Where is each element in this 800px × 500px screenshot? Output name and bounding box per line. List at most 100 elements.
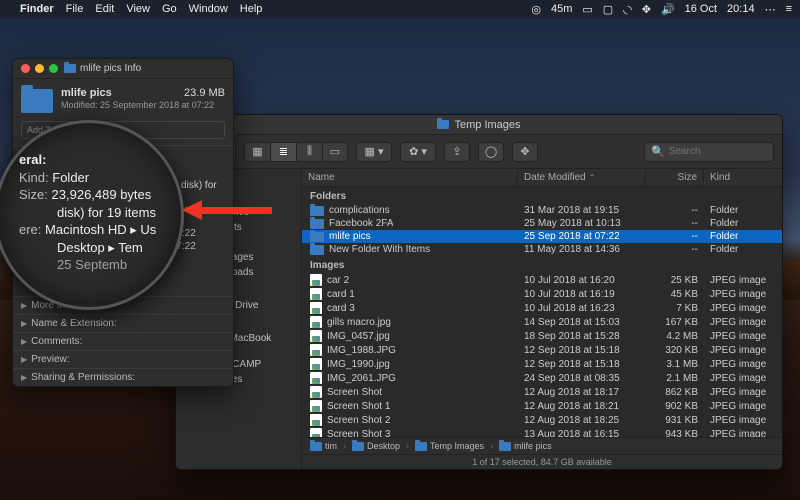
status-notification-icon[interactable]: ≡ bbox=[786, 3, 792, 15]
file-name: Screen Shot bbox=[327, 387, 382, 398]
search-input[interactable] bbox=[669, 146, 767, 157]
file-date: 18 Sep 2018 at 15:28 bbox=[518, 331, 646, 342]
folder-icon bbox=[310, 206, 324, 216]
image-file-icon bbox=[310, 316, 322, 328]
view-columns-button[interactable]: ⫼ bbox=[296, 142, 322, 162]
search-field[interactable]: 🔍 bbox=[644, 142, 774, 162]
status-screen-icon[interactable]: ◎ bbox=[531, 3, 541, 16]
file-name: IMG_2061.JPG bbox=[327, 373, 396, 384]
disclosure-right-icon: ▶ bbox=[21, 355, 27, 364]
file-name: New Folder With Items bbox=[329, 244, 430, 255]
section-preview[interactable]: ▶Preview: bbox=[13, 350, 233, 368]
col-size[interactable]: Size bbox=[646, 169, 704, 186]
app-menu[interactable]: Finder bbox=[20, 3, 54, 15]
file-row[interactable]: Screen Shot 212 Aug 2018 at 18:25931 KBJ… bbox=[302, 413, 782, 427]
status-spotlight-icon[interactable]: ⋯ bbox=[765, 3, 776, 16]
file-row[interactable]: New Folder With Items11 May 2018 at 14:3… bbox=[302, 243, 782, 256]
image-file-icon bbox=[310, 330, 322, 342]
file-kind: JPEG image bbox=[704, 317, 782, 328]
file-row[interactable]: card 110 Jul 2018 at 16:1945 KBJPEG imag… bbox=[302, 287, 782, 301]
file-date: 24 Sep 2018 at 08:35 bbox=[518, 373, 646, 384]
tags-button[interactable]: ◯ bbox=[478, 142, 504, 162]
menu-edit[interactable]: Edit bbox=[95, 3, 114, 15]
file-date: 12 Aug 2018 at 18:21 bbox=[518, 401, 646, 412]
file-row[interactable]: Facebook 2FA25 May 2018 at 10:13--Folder bbox=[302, 217, 782, 230]
file-row[interactable]: IMG_2061.JPG24 Sep 2018 at 08:352.1 MBJP… bbox=[302, 371, 782, 385]
status-battery-icon[interactable]: ▭ bbox=[582, 3, 592, 16]
status-wifi-icon[interactable]: ◟◝ bbox=[623, 3, 632, 16]
path-crumb-label: mlife pics bbox=[514, 441, 552, 451]
view-icons-button[interactable]: ▦ bbox=[244, 142, 270, 162]
file-kind: JPEG image bbox=[704, 289, 782, 300]
file-date: 31 Mar 2018 at 19:15 bbox=[518, 205, 646, 216]
minimize-button[interactable] bbox=[35, 64, 44, 73]
path-crumb[interactable]: Temp Images bbox=[415, 441, 484, 451]
status-date[interactable]: 16 Oct bbox=[685, 3, 717, 15]
file-row[interactable]: mlife pics25 Sep 2018 at 07:22--Folder bbox=[302, 230, 782, 243]
file-row[interactable]: IMG_1990.jpg12 Sep 2018 at 15:183.1 MBJP… bbox=[302, 357, 782, 371]
path-crumb[interactable]: tim bbox=[310, 441, 337, 451]
file-row[interactable]: Screen Shot 112 Aug 2018 at 18:21902 KBJ… bbox=[302, 399, 782, 413]
file-list[interactable]: Folderscomplications31 Mar 2018 at 19:15… bbox=[302, 187, 782, 437]
image-file-icon bbox=[310, 344, 322, 356]
file-size: -- bbox=[646, 205, 704, 216]
menu-file[interactable]: File bbox=[66, 3, 84, 15]
col-kind[interactable]: Kind bbox=[704, 169, 782, 186]
share-button[interactable]: ⇪ bbox=[444, 142, 470, 162]
status-dropbox-icon[interactable]: ✥ bbox=[642, 3, 651, 16]
path-crumb[interactable]: Desktop bbox=[352, 441, 400, 451]
col-date[interactable]: Date Modified⌃ bbox=[518, 169, 646, 186]
status-battery-time[interactable]: 45m bbox=[551, 3, 572, 15]
section-name-ext[interactable]: ▶Name & Extension: bbox=[13, 314, 233, 332]
file-size: 45 KB bbox=[646, 289, 704, 300]
info-titlebar[interactable]: mlife pics Info bbox=[13, 59, 233, 79]
menu-help[interactable]: Help bbox=[240, 3, 263, 15]
file-row[interactable]: IMG_1988.JPG12 Sep 2018 at 15:18320 KBJP… bbox=[302, 343, 782, 357]
column-headers: Name Date Modified⌃ Size Kind bbox=[302, 169, 782, 187]
finder-title: Temp Images bbox=[454, 119, 520, 131]
file-row[interactable]: Screen Shot12 Aug 2018 at 18:17862 KBJPE… bbox=[302, 385, 782, 399]
image-file-icon bbox=[310, 358, 322, 370]
annotation-magnifier: eral: Kind: Folder Size: 23,926,489 byte… bbox=[0, 120, 184, 310]
menu-view[interactable]: View bbox=[126, 3, 150, 15]
menu-window[interactable]: Window bbox=[189, 3, 228, 15]
action-button[interactable]: ✿ ▾ bbox=[400, 142, 436, 162]
view-gallery-button[interactable]: ▭ bbox=[322, 142, 348, 162]
file-size: -- bbox=[646, 244, 704, 255]
annotation-arrow-icon bbox=[182, 200, 272, 220]
file-size: 320 KB bbox=[646, 345, 704, 356]
file-name: Screen Shot 2 bbox=[327, 415, 390, 426]
finder-toolbar: ▦ ≣ ⫼ ▭ ▦ ▾ ✿ ▾ ⇪ ◯ ✥ 🔍 bbox=[176, 135, 782, 169]
file-row[interactable]: gills macro.jpg14 Sep 2018 at 15:03167 K… bbox=[302, 315, 782, 329]
path-crumb[interactable]: mlife pics bbox=[499, 441, 552, 451]
status-volume-icon[interactable]: 🔊 bbox=[661, 3, 675, 16]
zoom-button[interactable] bbox=[49, 64, 58, 73]
info-name: mlife pics bbox=[61, 87, 112, 99]
section-sharing[interactable]: ▶Sharing & Permissions: bbox=[13, 368, 233, 386]
close-button[interactable] bbox=[21, 64, 30, 73]
file-row[interactable]: complications31 Mar 2018 at 19:15--Folde… bbox=[302, 204, 782, 217]
file-date: 25 Sep 2018 at 07:22 bbox=[518, 231, 646, 242]
status-time[interactable]: 20:14 bbox=[727, 3, 755, 15]
file-row[interactable]: IMG_0457.jpg18 Sep 2018 at 15:284.2 MBJP… bbox=[302, 329, 782, 343]
file-row[interactable]: card 310 Jul 2018 at 16:237 KBJPEG image bbox=[302, 301, 782, 315]
arrange-button[interactable]: ▦ ▾ bbox=[356, 142, 392, 162]
image-file-icon bbox=[310, 288, 322, 300]
image-file-icon bbox=[310, 274, 322, 286]
menu-go[interactable]: Go bbox=[162, 3, 177, 15]
image-file-icon bbox=[310, 428, 322, 437]
file-date: 25 May 2018 at 10:13 bbox=[518, 218, 646, 229]
col-name[interactable]: Name bbox=[302, 169, 518, 186]
file-row[interactable]: Screen Shot 313 Aug 2018 at 16:15943 KBJ… bbox=[302, 427, 782, 437]
image-file-icon bbox=[310, 386, 322, 398]
dropbox-button[interactable]: ✥ bbox=[512, 142, 538, 162]
file-kind: JPEG image bbox=[704, 331, 782, 342]
finder-titlebar[interactable]: Temp Images bbox=[176, 115, 782, 135]
status-display-icon[interactable]: ▢ bbox=[603, 3, 613, 16]
section-comments[interactable]: ▶Comments: bbox=[13, 332, 233, 350]
disclosure-right-icon: ▶ bbox=[21, 319, 27, 328]
file-kind: JPEG image bbox=[704, 345, 782, 356]
info-window-title: mlife pics Info bbox=[80, 63, 141, 74]
view-list-button[interactable]: ≣ bbox=[270, 142, 296, 162]
file-row[interactable]: car 210 Jul 2018 at 16:2025 KBJPEG image bbox=[302, 273, 782, 287]
